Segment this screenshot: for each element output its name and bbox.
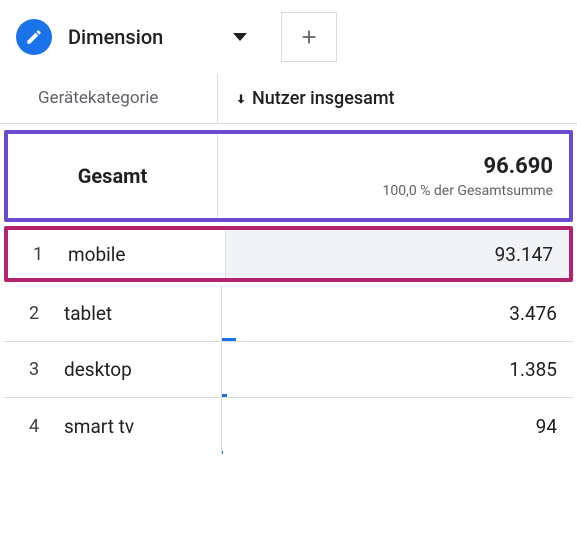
edit-dimension-button[interactable] [16, 19, 52, 55]
dimension-dropdown[interactable] [233, 33, 247, 41]
totals-subtext: 100,0 % der Gesamtsumme [382, 183, 553, 199]
dimension-label: Dimension [68, 25, 163, 49]
row-value: 93.147 [226, 230, 569, 278]
row-category: desktop [64, 342, 222, 397]
value-bar [222, 338, 573, 341]
column-header-category[interactable]: Gerätekategorie [0, 74, 218, 123]
row-value: 94 [222, 398, 573, 454]
add-dimension-button[interactable] [281, 12, 337, 62]
column-header-row: Gerätekategorie Nutzer insgesamt [0, 74, 577, 124]
totals-label: Gesamt [78, 164, 148, 188]
plus-icon [298, 26, 320, 48]
row-value: 1.385 [222, 342, 573, 397]
pencil-icon [25, 28, 43, 46]
value-bar [222, 451, 573, 454]
row-category: smart tv [64, 398, 222, 454]
chevron-down-icon [233, 33, 247, 41]
sort-descending-icon [234, 92, 248, 106]
row-category: tablet [64, 286, 222, 341]
table-row[interactable]: 2 tablet 3.476 [4, 286, 573, 342]
row-category: mobile [68, 230, 226, 278]
metric-header-text: Nutzer insgesamt [252, 88, 395, 109]
table-row[interactable]: 3 desktop 1.385 [4, 342, 573, 398]
totals-label-cell: Gesamt [8, 134, 218, 218]
totals-row: Gesamt 96.690 100,0 % der Gesamtsumme [4, 130, 573, 222]
row-value: 3.476 [222, 286, 573, 341]
totals-value: 96.690 [484, 154, 554, 179]
row-index: 3 [4, 342, 64, 397]
row-index: 1 [8, 230, 68, 278]
header-bar: Dimension [0, 0, 577, 74]
table-row[interactable]: 1 mobile 93.147 [4, 226, 573, 282]
table-row[interactable]: 4 smart tv 94 [4, 398, 573, 454]
totals-value-cell: 96.690 100,0 % der Gesamtsumme [218, 134, 569, 218]
row-index: 4 [4, 398, 64, 454]
column-header-metric[interactable]: Nutzer insgesamt [218, 74, 577, 123]
value-bar [222, 394, 573, 397]
row-index: 2 [4, 286, 64, 341]
